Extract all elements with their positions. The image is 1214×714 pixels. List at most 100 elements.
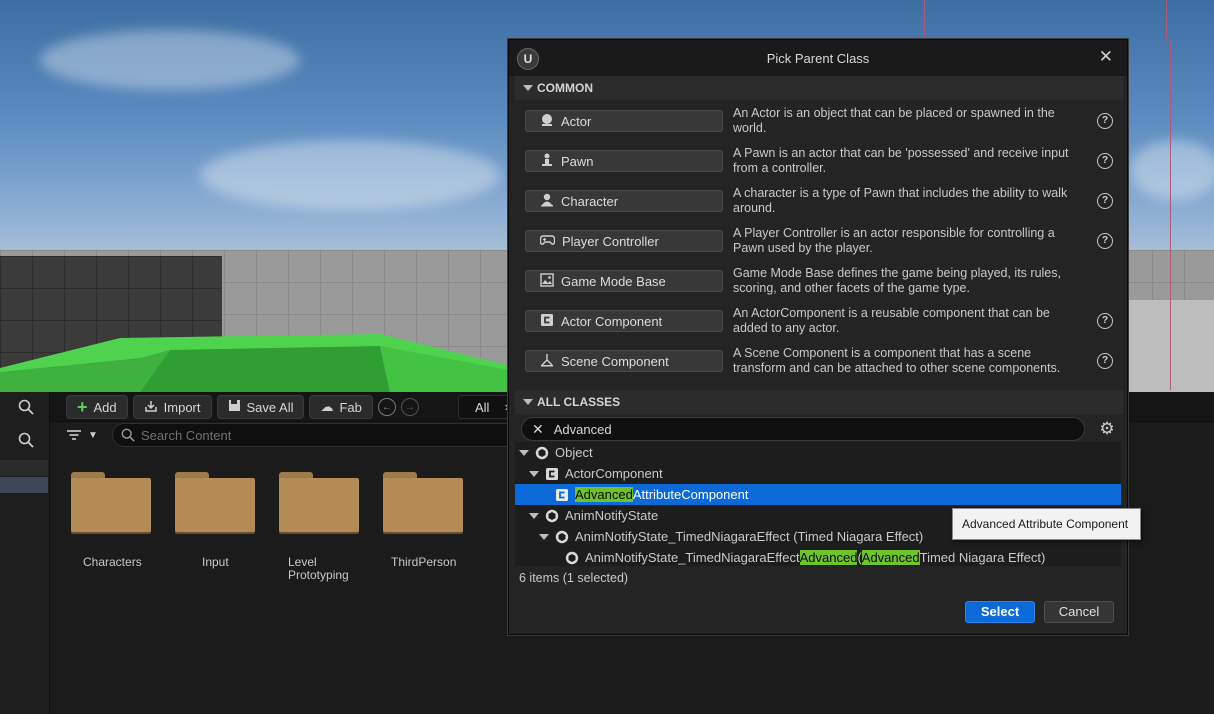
common-class-row: Actor Component An ActorComponent is a r…: [523, 304, 1113, 344]
select-button[interactable]: Select: [965, 601, 1035, 623]
component-icon: [545, 467, 559, 481]
folder-input[interactable]: Input: [175, 472, 257, 569]
folder-level-prototyping[interactable]: Level Prototyping: [279, 472, 361, 582]
help-icon[interactable]: ?: [1097, 113, 1113, 129]
tree-label: AnimNotifyState: [565, 508, 659, 523]
source-row[interactable]: [0, 460, 48, 476]
filter-button[interactable]: ▼: [66, 424, 106, 446]
help-icon[interactable]: ?: [1097, 353, 1113, 369]
close-icon[interactable]: ✕: [1099, 47, 1113, 67]
game-mode-base-button[interactable]: Game Mode Base: [525, 270, 723, 292]
actor-button[interactable]: Actor: [525, 110, 723, 132]
cloud: [1130, 140, 1214, 200]
search-icon[interactable]: [14, 428, 38, 452]
scene-component-button[interactable]: Scene Component: [525, 350, 723, 372]
class-search-input[interactable]: ✕ Advanced: [521, 417, 1085, 441]
help-icon[interactable]: ?: [1097, 153, 1113, 169]
collapse-arrow-icon: [523, 399, 533, 405]
common-class-row: Pawn A Pawn is an actor that can be 'pos…: [523, 144, 1113, 184]
cancel-button[interactable]: Cancel: [1044, 601, 1114, 623]
component-icon: [555, 488, 569, 502]
folder-icon: [279, 472, 359, 532]
class-label: Actor Component: [561, 313, 663, 329]
floor-block: [1128, 300, 1214, 392]
tree-label: AnimNotifyState_TimedNiagaraEffect (Time…: [575, 529, 924, 544]
common-class-row: Game Mode Base Game Mode Base defines th…: [523, 264, 1113, 304]
search-value: Advanced: [553, 421, 612, 437]
all-classes-section-header[interactable]: ALL CLASSES: [515, 390, 1123, 414]
pawn-button[interactable]: Pawn: [525, 150, 723, 172]
import-button[interactable]: Import: [132, 395, 212, 419]
character-button[interactable]: Character: [525, 190, 723, 212]
expand-arrow-icon[interactable]: [539, 532, 549, 542]
add-button[interactable]: + Add: [66, 395, 128, 419]
fab-label: Fab: [339, 399, 362, 415]
import-label: Import: [163, 399, 201, 415]
tree-label: Object: [555, 445, 593, 460]
folder-label: Input: [202, 555, 229, 569]
source-row-selected[interactable]: [0, 477, 48, 493]
common-header-label: COMMON: [537, 81, 593, 95]
player-controller-button[interactable]: Player Controller: [525, 230, 723, 252]
expand-arrow-icon[interactable]: [519, 448, 529, 458]
class-description: A Pawn is an actor that can be 'possesse…: [733, 146, 1069, 175]
folder-thirdperson[interactable]: ThirdPerson: [383, 472, 465, 569]
game-mode-icon: [540, 272, 554, 290]
common-class-row: Scene Component A Scene Component is a c…: [523, 344, 1113, 384]
unreal-logo-icon: U: [517, 48, 539, 70]
folder-characters[interactable]: Characters: [71, 472, 153, 569]
forward-arrow-icon[interactable]: →: [400, 398, 419, 416]
class-description: Game Mode Base defines the game being pl…: [733, 266, 1061, 295]
save-all-button[interactable]: Save All: [216, 395, 305, 419]
bounds-line: [924, 0, 925, 40]
fab-button[interactable]: ☁ Fab: [309, 395, 373, 419]
class-tooltip: Advanced Attribute Component: [952, 508, 1141, 540]
expand-arrow-icon[interactable]: [529, 469, 539, 479]
back-arrow-icon[interactable]: ←: [377, 398, 396, 416]
class-label: Player Controller: [562, 233, 659, 249]
all-label: All: [475, 400, 490, 415]
cloud: [200, 140, 500, 210]
path-all-tab[interactable]: All ›: [458, 395, 514, 419]
collapse-arrow-icon: [523, 85, 533, 91]
folder-icon: [175, 472, 255, 532]
dialog-title: Pick Parent Class: [766, 51, 870, 66]
tree-label: AnimNotifyState_TimedNiagaraEffect: [585, 550, 800, 565]
gamepad-icon: [539, 234, 556, 249]
common-section-header[interactable]: COMMON: [515, 76, 1123, 100]
tree-row-timed-niagara-advanced[interactable]: AnimNotifyState_TimedNiagaraEffect Advanc…: [515, 547, 1121, 568]
gear-icon[interactable]: ⚙: [1097, 419, 1117, 439]
tree-row-object[interactable]: Object: [515, 442, 1121, 463]
clear-search-icon[interactable]: ✕: [532, 421, 544, 438]
search-highlight: Advanced: [575, 487, 633, 502]
tree-label: Timed Niagara Effect): [919, 550, 1046, 565]
sources-rail: [0, 392, 50, 714]
character-icon: [540, 193, 554, 210]
add-label: Add: [93, 399, 117, 415]
common-class-row: Player Controller A Player Controller is…: [523, 224, 1113, 264]
class-tree: Object ActorComponent Advanced AttributeC…: [515, 442, 1121, 566]
expand-arrow-icon[interactable]: [529, 511, 539, 521]
search-icon: [121, 428, 135, 442]
all-classes-header-label: ALL CLASSES: [537, 395, 621, 409]
import-icon: [144, 399, 158, 416]
actor-component-button[interactable]: Actor Component: [525, 310, 723, 332]
save-all-label: Save All: [246, 399, 294, 415]
dialog-title-bar[interactable]: Pick Parent Class U ✕: [509, 40, 1127, 76]
search-icon[interactable]: [14, 395, 38, 419]
help-icon[interactable]: ?: [1097, 193, 1113, 209]
scene-component-icon: [540, 353, 554, 370]
help-icon[interactable]: ?: [1097, 313, 1113, 329]
actor-icon: [540, 113, 554, 130]
tree-row-actorcomponent[interactable]: ActorComponent: [515, 463, 1121, 484]
common-class-row: Actor An Actor is an object that can be …: [523, 104, 1113, 144]
object-icon: [535, 446, 549, 460]
search-content-input[interactable]: Search Content: [112, 423, 512, 447]
help-icon[interactable]: ?: [1097, 233, 1113, 249]
class-description: A Player Controller is an actor responsi…: [733, 226, 1055, 255]
tree-row-advanced-attribute-component[interactable]: Advanced AttributeComponent: [515, 484, 1121, 505]
object-icon: [555, 530, 569, 544]
class-label: Character: [561, 193, 619, 209]
content-toolbar: + Add Import Save All ☁ Fab ← →: [56, 392, 419, 422]
folder-icon: [383, 472, 463, 532]
